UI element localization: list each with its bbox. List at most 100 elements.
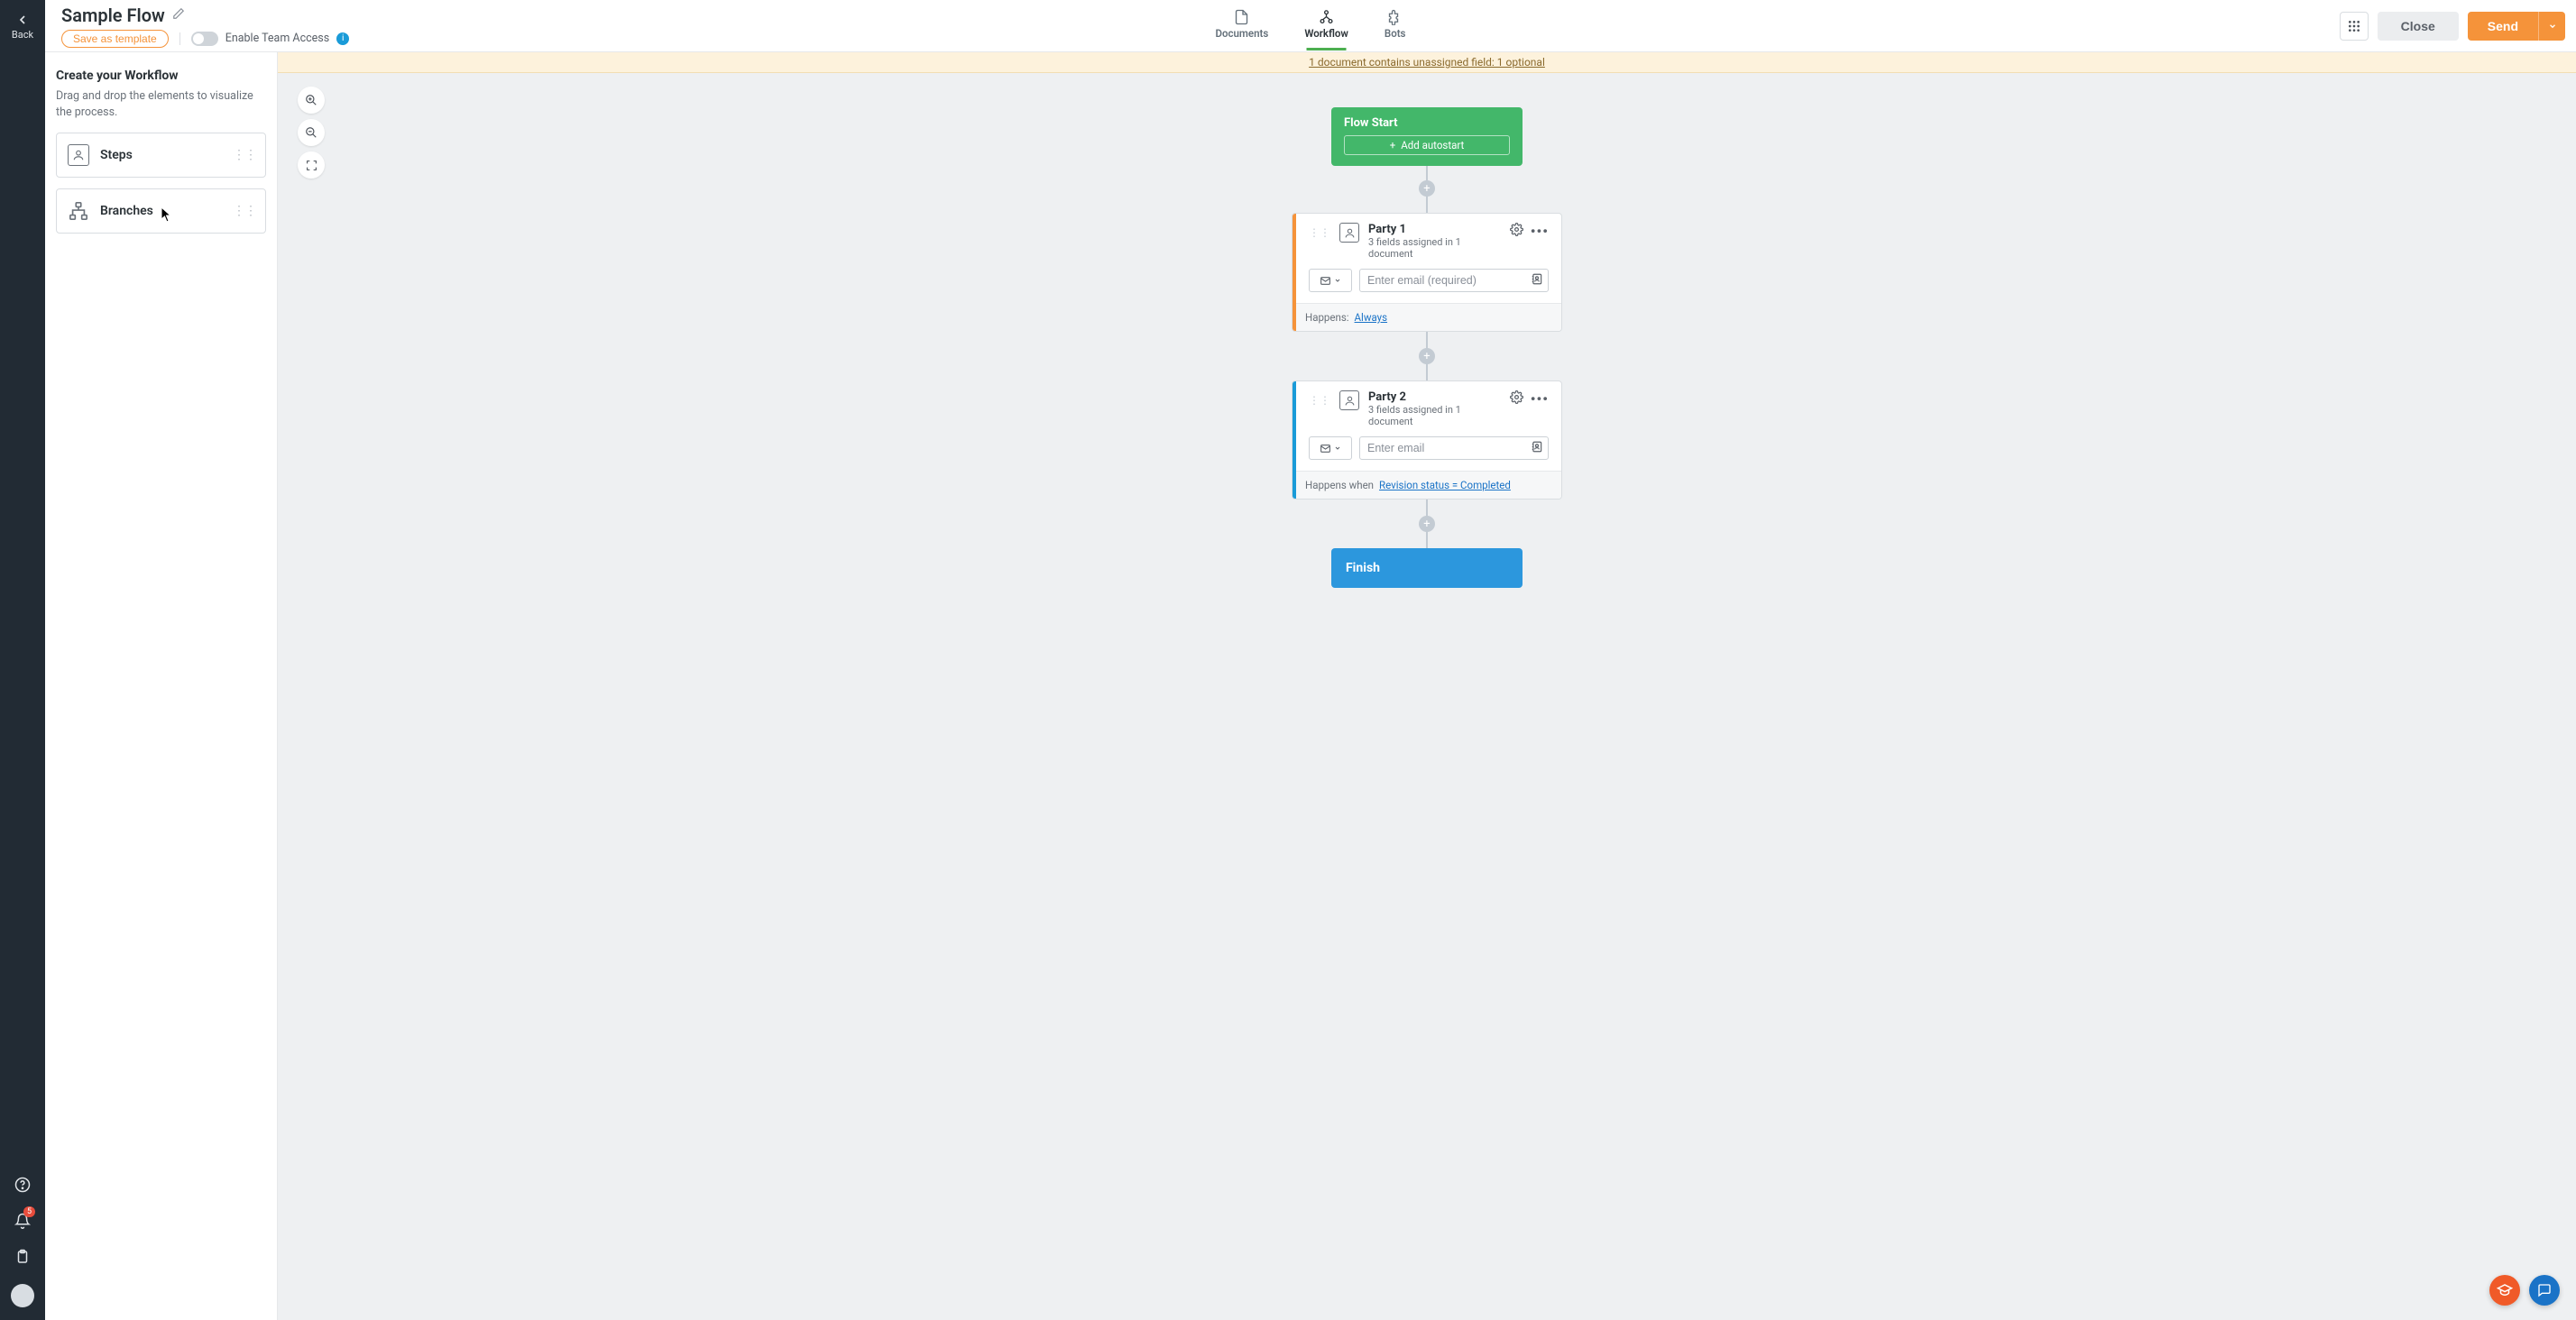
email-type-dropdown[interactable] (1309, 436, 1352, 460)
tab-documents-label: Documents (1216, 27, 1269, 40)
info-icon[interactable]: i (336, 32, 349, 45)
back-button[interactable]: Back (4, 7, 41, 44)
add-autostart-button[interactable]: + Add autostart (1344, 135, 1510, 155)
academy-fab[interactable] (2489, 1275, 2520, 1306)
element-branches[interactable]: Branches ⋮⋮ (56, 188, 266, 234)
user-avatar[interactable] (11, 1284, 34, 1307)
flow-start-title: Flow Start (1344, 116, 1510, 130)
drag-handle-icon: ⋮⋮ (233, 204, 256, 218)
edit-title-icon[interactable] (172, 6, 185, 23)
tab-workflow-label: Workflow (1304, 27, 1348, 40)
nav-tabs: Documents Workflow Bots (1210, 0, 1412, 51)
divider (179, 32, 180, 45)
canvas[interactable]: 1 document contains unassigned field: 1 … (278, 52, 2576, 1320)
mail-icon (1320, 275, 1331, 287)
grid-icon (2347, 19, 2361, 33)
step-title: Party 1 (1368, 223, 1501, 236)
address-book-icon (1531, 441, 1543, 454)
add-step-button[interactable]: + (1419, 348, 1435, 364)
workflow-icon (1319, 9, 1335, 25)
autostart-label: Add autostart (1401, 139, 1464, 151)
address-book-button[interactable] (1531, 440, 1543, 457)
drag-handle-icon[interactable]: ⋮⋮ (1309, 226, 1330, 239)
save-template-button[interactable]: Save as template (61, 30, 169, 48)
happens-prefix: Happens: (1305, 311, 1349, 324)
flow-start-node[interactable]: Flow Start + Add autostart (1331, 107, 1523, 166)
step-party1[interactable]: ⋮⋮ Party 1 3 fields assigned in 1 docume… (1292, 213, 1562, 332)
tab-documents[interactable]: Documents (1210, 5, 1274, 47)
chevron-down-icon (1334, 445, 1341, 452)
email-type-dropdown[interactable] (1309, 269, 1352, 292)
chevron-down-icon (2548, 22, 2557, 31)
branch-icon (68, 200, 89, 222)
step-settings-button[interactable] (1510, 390, 1523, 408)
person-icon (68, 144, 89, 166)
tab-bots[interactable]: Bots (1379, 5, 1412, 47)
warning-banner: 1 document contains unassigned field: 1 … (278, 52, 2576, 73)
step-more-button[interactable]: ••• (1531, 390, 1549, 408)
email-input[interactable] (1359, 269, 1549, 292)
help-icon (14, 1177, 31, 1193)
add-step-button[interactable]: + (1419, 180, 1435, 197)
team-access-label: Enable Team Access (225, 32, 329, 45)
zoom-in-icon (305, 94, 317, 106)
warning-link[interactable]: 1 document contains unassigned field: 1 … (1309, 56, 1545, 69)
drag-handle-icon[interactable]: ⋮⋮ (1309, 394, 1330, 407)
page-title: Sample Flow (61, 5, 165, 26)
person-icon (1339, 390, 1359, 410)
add-step-button[interactable]: + (1419, 516, 1435, 532)
panel-subtitle: Drag and drop the elements to visualize … (56, 88, 266, 120)
chat-fab[interactable] (2529, 1275, 2560, 1306)
plus-icon: + (1390, 139, 1396, 151)
send-dropdown-button[interactable] (2538, 12, 2565, 41)
notification-badge: 5 (23, 1206, 35, 1217)
fullscreen-icon (306, 160, 317, 171)
zoom-out-icon (305, 126, 317, 139)
drag-handle-icon: ⋮⋮ (233, 148, 256, 162)
clipboard-icon (14, 1249, 31, 1265)
email-input[interactable] (1359, 436, 1549, 460)
finish-node[interactable]: Finish (1331, 548, 1523, 588)
condition-link[interactable]: Revision status = Completed (1379, 479, 1511, 491)
apps-button[interactable] (2340, 12, 2369, 41)
element-branches-label: Branches (100, 204, 153, 218)
team-access-toggle[interactable] (191, 32, 218, 46)
address-book-button[interactable] (1531, 272, 1543, 289)
zoom-in-button[interactable] (298, 87, 325, 114)
close-button[interactable]: Close (2378, 12, 2459, 41)
topbar: Sample Flow Save as template Enable Team… (45, 0, 2576, 52)
tab-workflow[interactable]: Workflow (1299, 5, 1354, 47)
puzzle-icon (1387, 9, 1403, 25)
gear-icon (1510, 390, 1523, 404)
send-button[interactable]: Send (2468, 12, 2538, 41)
step-subtitle: 3 fields assigned in 1 document (1368, 236, 1501, 260)
gear-icon (1510, 223, 1523, 236)
address-book-icon (1531, 273, 1543, 286)
clipboard-button[interactable] (5, 1239, 41, 1275)
person-icon (1339, 223, 1359, 243)
graduation-cap-icon (2497, 1282, 2513, 1298)
chevron-left-icon (15, 13, 30, 27)
step-party2[interactable]: ⋮⋮ Party 2 3 fields assigned in 1 docume… (1292, 380, 1562, 500)
back-label: Back (4, 29, 41, 41)
zoom-out-button[interactable] (298, 119, 325, 146)
document-icon (1234, 9, 1250, 25)
step-settings-button[interactable] (1510, 223, 1523, 240)
step-more-button[interactable]: ••• (1531, 223, 1549, 240)
element-steps-label: Steps (100, 148, 133, 162)
condition-link[interactable]: Always (1355, 311, 1388, 324)
chevron-down-icon (1334, 277, 1341, 284)
help-button[interactable] (5, 1167, 41, 1203)
tab-bots-label: Bots (1385, 27, 1406, 40)
fullscreen-button[interactable] (298, 151, 325, 179)
finish-label: Finish (1346, 561, 1380, 575)
panel-title: Create your Workflow (56, 69, 266, 83)
element-steps[interactable]: Steps ⋮⋮ (56, 133, 266, 178)
happens-prefix: Happens when (1305, 479, 1374, 491)
flow-container: Flow Start + Add autostart + (1283, 107, 1571, 588)
left-rail: Back 5 (0, 0, 45, 1320)
notifications-button[interactable]: 5 (5, 1203, 41, 1239)
elements-panel: Create your Workflow Drag and drop the e… (45, 52, 278, 1320)
step-subtitle: 3 fields assigned in 1 document (1368, 404, 1501, 427)
chat-icon (2537, 1283, 2552, 1297)
